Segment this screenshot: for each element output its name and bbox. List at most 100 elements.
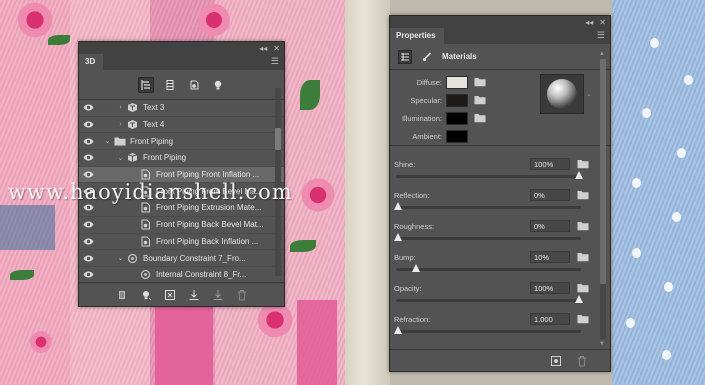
visibility-eye-icon[interactable] xyxy=(79,204,97,211)
close-icon[interactable]: ✕ xyxy=(599,18,606,27)
mesh-icon[interactable] xyxy=(162,77,178,93)
scrollbar-thumb[interactable] xyxy=(275,128,281,150)
properties-scrollbar[interactable]: ▲ ▼ xyxy=(599,51,606,347)
slider-handle[interactable] xyxy=(575,171,583,179)
mesh-icon xyxy=(125,152,140,163)
beige-fabric-strip xyxy=(345,0,390,385)
material-color-row: Specular: xyxy=(390,93,486,107)
scroll-up-icon[interactable]: ▲ xyxy=(599,51,605,57)
polka-dot xyxy=(650,38,659,48)
panel-collapse-bar[interactable]: ◂◂ ✕ xyxy=(79,42,284,54)
tab-properties[interactable]: Properties xyxy=(390,28,444,44)
slider-handle[interactable] xyxy=(394,326,402,334)
collapse-arrow-icon[interactable]: › xyxy=(116,104,125,111)
collapse-icon[interactable]: ◂◂ xyxy=(259,44,267,53)
layer-row[interactable]: Front Piping Back Inflation ... xyxy=(79,234,284,251)
texture-folder-icon[interactable] xyxy=(577,221,589,231)
visibility-eye-icon[interactable] xyxy=(79,121,97,128)
drop-to-plane-icon[interactable] xyxy=(187,288,201,302)
visibility-eye-icon[interactable] xyxy=(79,154,97,161)
scrollbar-thumb[interactable] xyxy=(600,59,606,284)
slider-track[interactable] xyxy=(396,237,581,240)
slider-value-field[interactable]: 10% xyxy=(530,251,570,263)
scroll-down-icon[interactable]: ▼ xyxy=(599,341,605,347)
light-icon[interactable] xyxy=(210,77,226,93)
layer-row[interactable]: ⌄ Front Piping xyxy=(79,150,284,167)
slider-value-field[interactable]: 100% xyxy=(530,282,570,294)
layer-label: Front Piping Back Bevel Mat... xyxy=(156,220,264,230)
expand-arrow-icon[interactable]: ⌄ xyxy=(103,137,112,145)
slider-track[interactable] xyxy=(396,175,581,178)
material-preview[interactable] xyxy=(540,74,584,114)
texture-folder-icon[interactable] xyxy=(577,283,589,293)
color-swatch[interactable] xyxy=(446,129,468,143)
properties-footer xyxy=(390,349,610,371)
render-icon[interactable] xyxy=(115,288,129,302)
visibility-eye-icon[interactable] xyxy=(79,255,97,262)
slider-track[interactable] xyxy=(396,330,581,333)
constraint-add-icon[interactable] xyxy=(211,288,225,302)
texture-folder-icon[interactable] xyxy=(577,190,589,200)
constraint-icon xyxy=(125,253,140,264)
panel-menu-icon[interactable]: ☰ xyxy=(271,54,284,70)
layer-row[interactable]: ⌄ Boundary Constraint 7_Fro... xyxy=(79,250,284,267)
visibility-eye-icon[interactable] xyxy=(79,271,97,278)
slider-handle[interactable] xyxy=(394,233,402,241)
polka-dot xyxy=(632,248,641,258)
collapse-arrow-icon[interactable]: › xyxy=(116,121,125,128)
new-material-icon[interactable] xyxy=(550,355,562,367)
slider-value-field[interactable]: 0% xyxy=(530,220,570,232)
polka-dot xyxy=(664,282,673,292)
slider-handle[interactable] xyxy=(394,202,402,210)
new-mesh-icon[interactable] xyxy=(163,288,177,302)
visibility-eye-icon[interactable] xyxy=(79,221,97,228)
layer-row[interactable]: › Text 3 xyxy=(79,100,284,117)
trash-icon[interactable] xyxy=(235,288,249,302)
texture-folder-icon[interactable] xyxy=(474,113,486,123)
color-swatch[interactable] xyxy=(446,75,468,89)
color-swatch[interactable] xyxy=(446,111,468,125)
polka-dot xyxy=(662,350,671,360)
texture-folder-icon[interactable] xyxy=(577,314,589,324)
slider-track[interactable] xyxy=(396,206,581,209)
trash-icon[interactable] xyxy=(576,355,588,367)
slider-value-field[interactable]: 0% xyxy=(530,189,570,201)
layer-row[interactable]: › Text 4 xyxy=(79,117,284,134)
mesh-properties-icon[interactable] xyxy=(398,49,412,64)
texture-folder-icon[interactable] xyxy=(577,159,589,169)
brush-icon[interactable] xyxy=(422,51,432,62)
preview-dropdown-icon[interactable]: ⌄ xyxy=(586,90,592,98)
visibility-eye-icon[interactable] xyxy=(79,171,97,178)
expand-arrow-icon[interactable]: ⌄ xyxy=(116,154,125,162)
texture-folder-icon[interactable] xyxy=(474,95,486,105)
panel-collapse-bar[interactable]: ◂◂ ✕ xyxy=(390,16,610,28)
properties-header: Materials xyxy=(390,44,610,70)
new-light-icon[interactable] xyxy=(139,288,153,302)
properties-panel: ◂◂ ✕ Properties ☰ Materials ⌄ Diffuse: Sp… xyxy=(389,15,611,372)
layer-row[interactable]: Front Piping Back Bevel Mat... xyxy=(79,217,284,234)
slider-label: Refraction: xyxy=(394,315,431,324)
slider-track[interactable] xyxy=(396,299,581,302)
slider-handle[interactable] xyxy=(575,295,583,303)
visibility-eye-icon[interactable] xyxy=(79,104,97,111)
scene-icon[interactable] xyxy=(137,76,154,93)
visibility-eye-icon[interactable] xyxy=(79,138,97,145)
slider-value-field[interactable]: 1.000 xyxy=(530,313,570,325)
collapse-icon[interactable]: ◂◂ xyxy=(585,18,593,27)
expand-arrow-icon[interactable]: ⌄ xyxy=(116,254,125,262)
tab-3d[interactable]: 3D xyxy=(79,54,104,70)
text-mesh-icon xyxy=(125,119,140,130)
slider-track[interactable] xyxy=(396,268,581,271)
texture-folder-icon[interactable] xyxy=(474,77,486,87)
visibility-eye-icon[interactable] xyxy=(79,238,97,245)
layer-row[interactable]: ⌄ Front Piping xyxy=(79,133,284,151)
slider-value-field[interactable]: 100% xyxy=(530,158,570,170)
slider-handle[interactable] xyxy=(412,264,421,272)
color-swatch[interactable] xyxy=(446,93,468,107)
material-icon[interactable] xyxy=(186,77,202,93)
close-icon[interactable]: ✕ xyxy=(273,44,280,53)
panel-menu-icon[interactable]: ☰ xyxy=(597,28,610,44)
material-icon xyxy=(138,219,153,230)
leaf-pattern xyxy=(10,270,34,280)
texture-folder-icon[interactable] xyxy=(577,252,589,262)
